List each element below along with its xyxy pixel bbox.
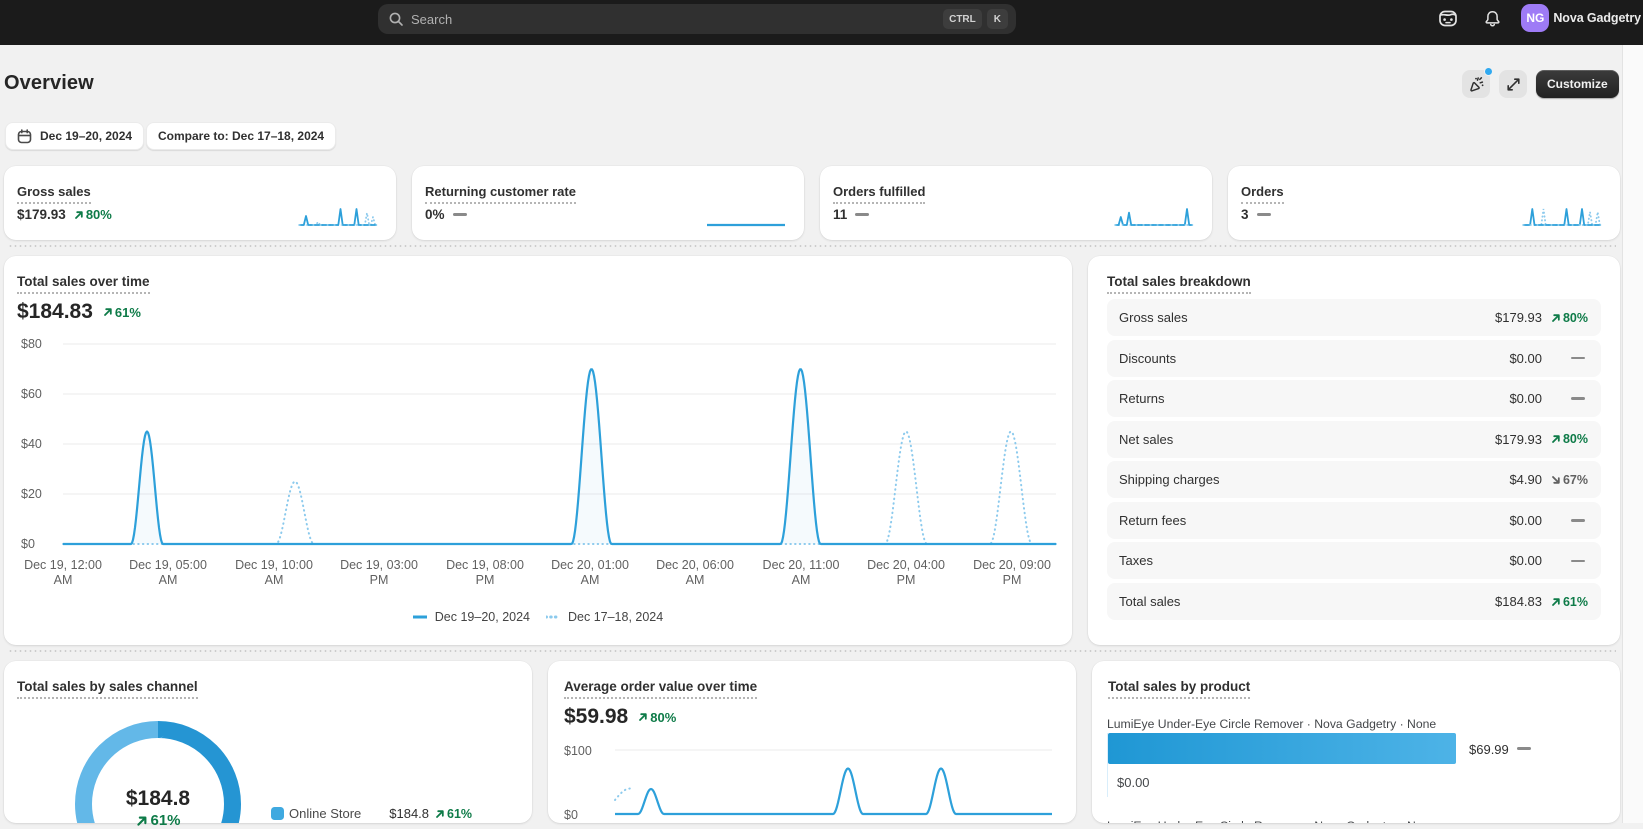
svg-text:$184.8: $184.8 (126, 787, 191, 810)
